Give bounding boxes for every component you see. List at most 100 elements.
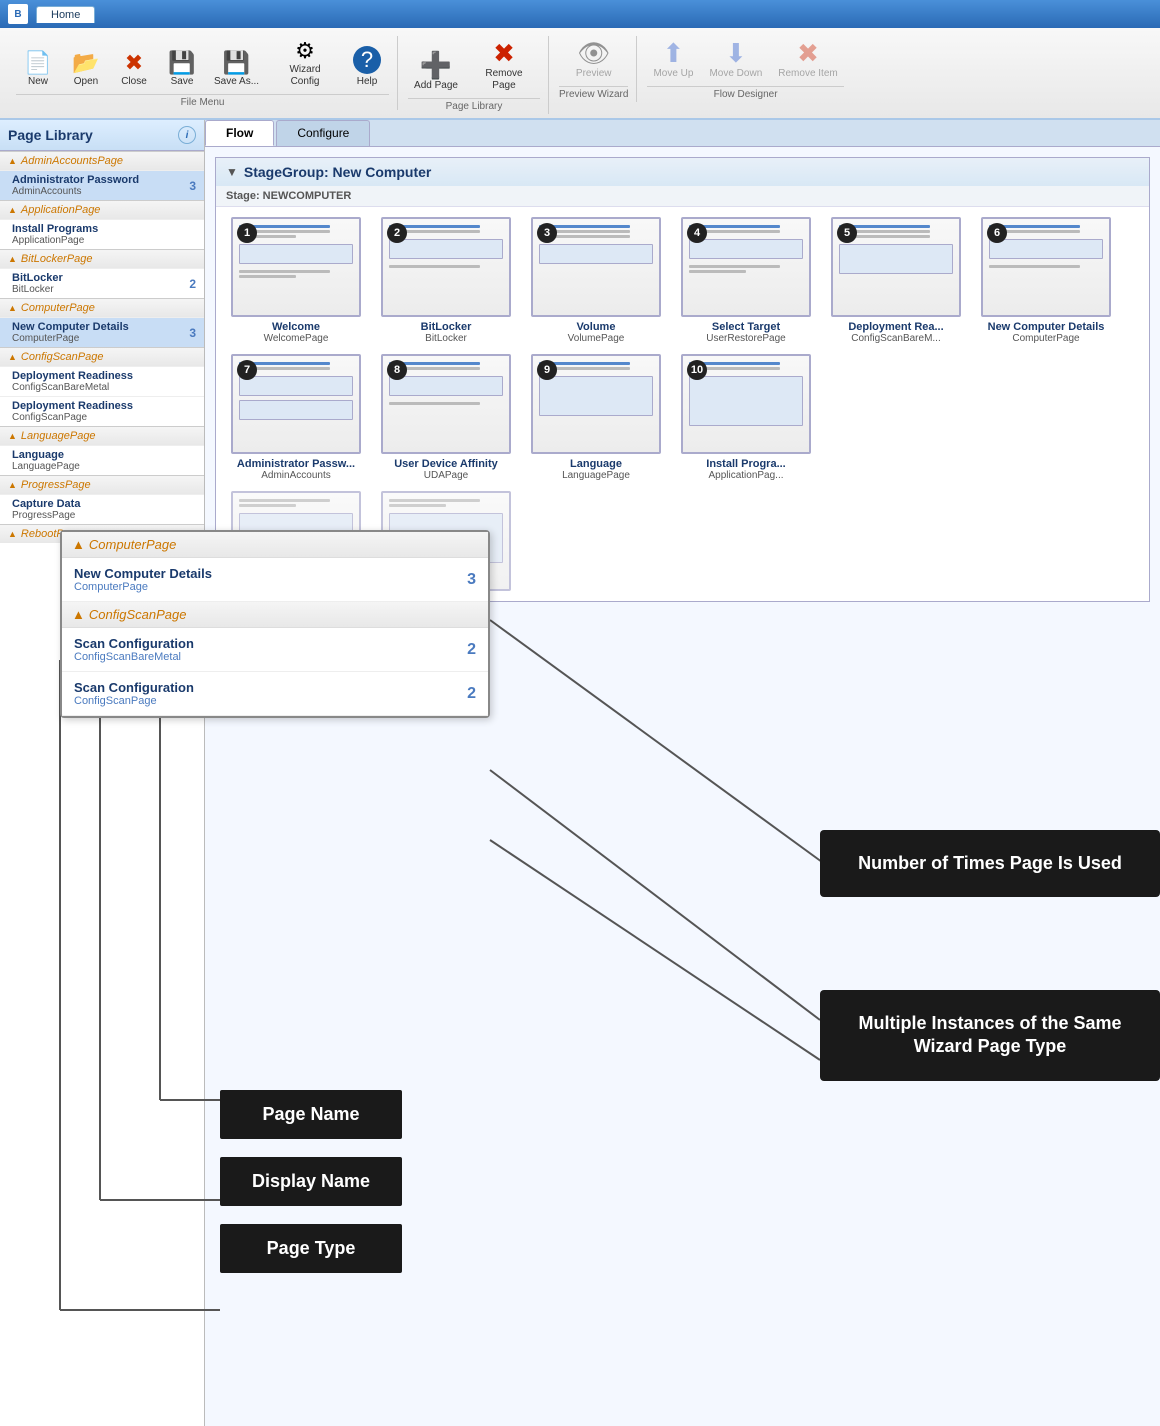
preview-group-label: Preview Wizard	[559, 86, 628, 102]
remove-page-icon: ✖	[493, 40, 515, 66]
sidebar-item-capture-data[interactable]: Capture Data ProgressPage	[0, 494, 204, 524]
sidebar-item-deployment-readiness-1[interactable]: Deployment Readiness ConfigScanBareMetal	[0, 366, 204, 396]
title-tabs: Home	[36, 6, 95, 23]
help-label: Help	[357, 76, 378, 88]
page-card-2[interactable]: 2 BitLocker BitLocker	[376, 217, 516, 344]
page-card-6[interactable]: 6 New Computer Details ComputerPage	[976, 217, 1116, 344]
page-library-group-label: Page Library	[408, 98, 540, 114]
page-thumb-7: 7	[231, 354, 361, 454]
sidebar-group-name-configscan: ConfigScanPage	[21, 351, 104, 363]
stage-group-toggle[interactable]: ▼	[226, 165, 238, 179]
save-button[interactable]: 💾 Save	[160, 48, 204, 92]
page-card-8[interactable]: 8 User Device Affinity UDAPage	[376, 354, 516, 481]
page-thumb-4: 4	[681, 217, 811, 317]
page-card-5[interactable]: 5 Deployment Rea... ConfigScanBareM...	[826, 217, 966, 344]
page-thumb-5: 5	[831, 217, 961, 317]
open-icon: 📂	[72, 52, 99, 74]
page-thumb-6: 6	[981, 217, 1111, 317]
save-label: Save	[171, 76, 194, 88]
new-button[interactable]: 📄 New	[16, 48, 60, 92]
sidebar-item-name-admin: Administrator Password	[12, 174, 139, 186]
add-page-label: Add Page	[414, 80, 458, 92]
title-bar: B Home	[0, 0, 1160, 28]
page-thumb-2: 2	[381, 217, 511, 317]
open-button[interactable]: 📂 Open	[64, 48, 108, 92]
move-up-button[interactable]: ⬆ Move Up	[647, 36, 699, 84]
zoomed-panel: ▲ ComputerPage New Computer Details Comp…	[60, 530, 490, 718]
sidebar-group-app: ▲ ApplicationPage Install Programs Appli…	[0, 200, 204, 249]
file-menu-group-label: File Menu	[16, 94, 389, 110]
sidebar-group-name-admin: AdminAccountsPage	[21, 155, 123, 167]
sidebar-info-icon[interactable]: i	[178, 126, 196, 144]
sidebar-group-name-bitlocker: BitLockerPage	[21, 253, 93, 265]
remove-item-button[interactable]: ✖ Remove Item	[772, 36, 843, 84]
callout-number-of-times: Number of Times Page Is Used	[820, 830, 1160, 897]
preview-button[interactable]: 👁 Preview	[570, 36, 618, 84]
sidebar-group-header-app[interactable]: ▲ ApplicationPage	[0, 200, 204, 219]
content-tabs: Flow Configure	[205, 120, 1160, 147]
sidebar-group-header-progress[interactable]: ▲ ProgressPage	[0, 475, 204, 494]
display-name-label-box: Display Name	[220, 1157, 402, 1206]
sidebar-group-header-configscan[interactable]: ▲ ConfigScanPage	[0, 347, 204, 366]
page-card-10[interactable]: 10 Install Progra... ApplicationPag...	[676, 354, 816, 481]
page-name-label-box: Page Name	[220, 1090, 402, 1139]
remove-item-icon: ✖	[797, 40, 819, 66]
save-as-button[interactable]: 💾 Save As...	[208, 48, 265, 92]
page-thumb-9: 9	[531, 354, 661, 454]
sidebar-group-name-app: ApplicationPage	[21, 204, 101, 216]
move-down-button[interactable]: ⬇ Move Down	[703, 36, 768, 84]
zoomed-item-scan-1[interactable]: Scan Configuration ConfigScanBareMetal 2	[62, 628, 488, 672]
pages-grid: 1 Welcome	[216, 207, 1149, 491]
sidebar-group-header-language[interactable]: ▲ LanguagePage	[0, 426, 204, 445]
wizard-config-icon: ⚙	[295, 40, 315, 62]
sidebar-group-header-computer[interactable]: ▲ ComputerPage	[0, 298, 204, 317]
sidebar-item-admin-password[interactable]: Administrator Password AdminAccounts 3	[0, 170, 204, 200]
zoomed-item-computer[interactable]: New Computer Details ComputerPage 3	[62, 558, 488, 602]
page-thumb-10: 10	[681, 354, 811, 454]
help-button[interactable]: ? Help	[345, 42, 389, 92]
remove-item-label: Remove Item	[778, 68, 837, 80]
sidebar-group-header-admin[interactable]: ▲ AdminAccountsPage	[0, 151, 204, 170]
sidebar-title: Page Library	[8, 127, 93, 143]
sidebar-item-type-admin: AdminAccounts	[12, 186, 139, 197]
remove-page-button[interactable]: ✖ Remove Page	[468, 36, 540, 96]
sidebar-item-new-computer-details[interactable]: New Computer Details ComputerPage 3	[0, 317, 204, 347]
add-page-button[interactable]: ➕ Add Page	[408, 48, 464, 96]
remove-page-label: Remove Page	[474, 68, 534, 92]
page-card-4[interactable]: 4 Select Target UserRestoreP	[676, 217, 816, 344]
tab-configure[interactable]: Configure	[276, 120, 370, 146]
sidebar-item-deployment-readiness-2[interactable]: Deployment Readiness ConfigScanPage	[0, 396, 204, 426]
sidebar-item-install-programs[interactable]: Install Programs ApplicationPage	[0, 219, 204, 249]
close-label: Close	[121, 76, 147, 88]
sidebar-group-header-bitlocker[interactable]: ▲ BitLockerPage	[0, 249, 204, 268]
zoomed-item-scan-2[interactable]: Scan Configuration ConfigScanPage 2	[62, 672, 488, 716]
page-card-7[interactable]: 7 Administrator Passw... AdminAccounts	[226, 354, 366, 481]
sidebar-item-language[interactable]: Language LanguagePage	[0, 445, 204, 475]
move-up-label: Move Up	[653, 68, 693, 80]
sidebar-group-arrow-admin: ▲	[8, 156, 17, 166]
number-of-times-callout: Number of Times Page Is Used	[820, 830, 1160, 897]
label-boxes-section: Page Name Display Name Page Type	[220, 1090, 402, 1273]
sidebar-group-computer: ▲ ComputerPage New Computer Details Comp…	[0, 298, 204, 347]
new-icon: 📄	[24, 52, 51, 74]
close-button[interactable]: ✖ Close	[112, 48, 156, 92]
sidebar-header: Page Library i	[0, 120, 204, 151]
sidebar: Page Library i ▲ AdminAccountsPage Admin…	[0, 120, 205, 1426]
home-tab[interactable]: Home	[36, 6, 95, 23]
stage-label: Stage: NEWCOMPUTER	[216, 186, 1149, 207]
wizard-config-button[interactable]: ⚙ Wizard Config	[269, 36, 341, 92]
app-icon: B	[8, 4, 28, 24]
stage-group-header: ▼ StageGroup: New Computer	[216, 158, 1149, 186]
page-card-9[interactable]: 9 Language LanguagePage	[526, 354, 666, 481]
ribbon-group-preview: 👁 Preview Preview Wizard	[551, 36, 637, 102]
page-card-1[interactable]: 1 Welcome	[226, 217, 366, 344]
zoomed-group-title-computer: ComputerPage	[89, 537, 176, 552]
open-label: Open	[74, 76, 98, 88]
page-card-3[interactable]: 3 Volume VolumePage	[526, 217, 666, 344]
tab-flow[interactable]: Flow	[205, 120, 274, 146]
page-type-label-box: Page Type	[220, 1224, 402, 1273]
ribbon-group-page-library: ➕ Add Page ✖ Remove Page Page Library	[400, 36, 549, 114]
move-up-icon: ⬆	[663, 40, 685, 66]
sidebar-item-bitlocker[interactable]: BitLocker BitLocker 2	[0, 268, 204, 298]
add-page-icon: ➕	[420, 52, 452, 78]
